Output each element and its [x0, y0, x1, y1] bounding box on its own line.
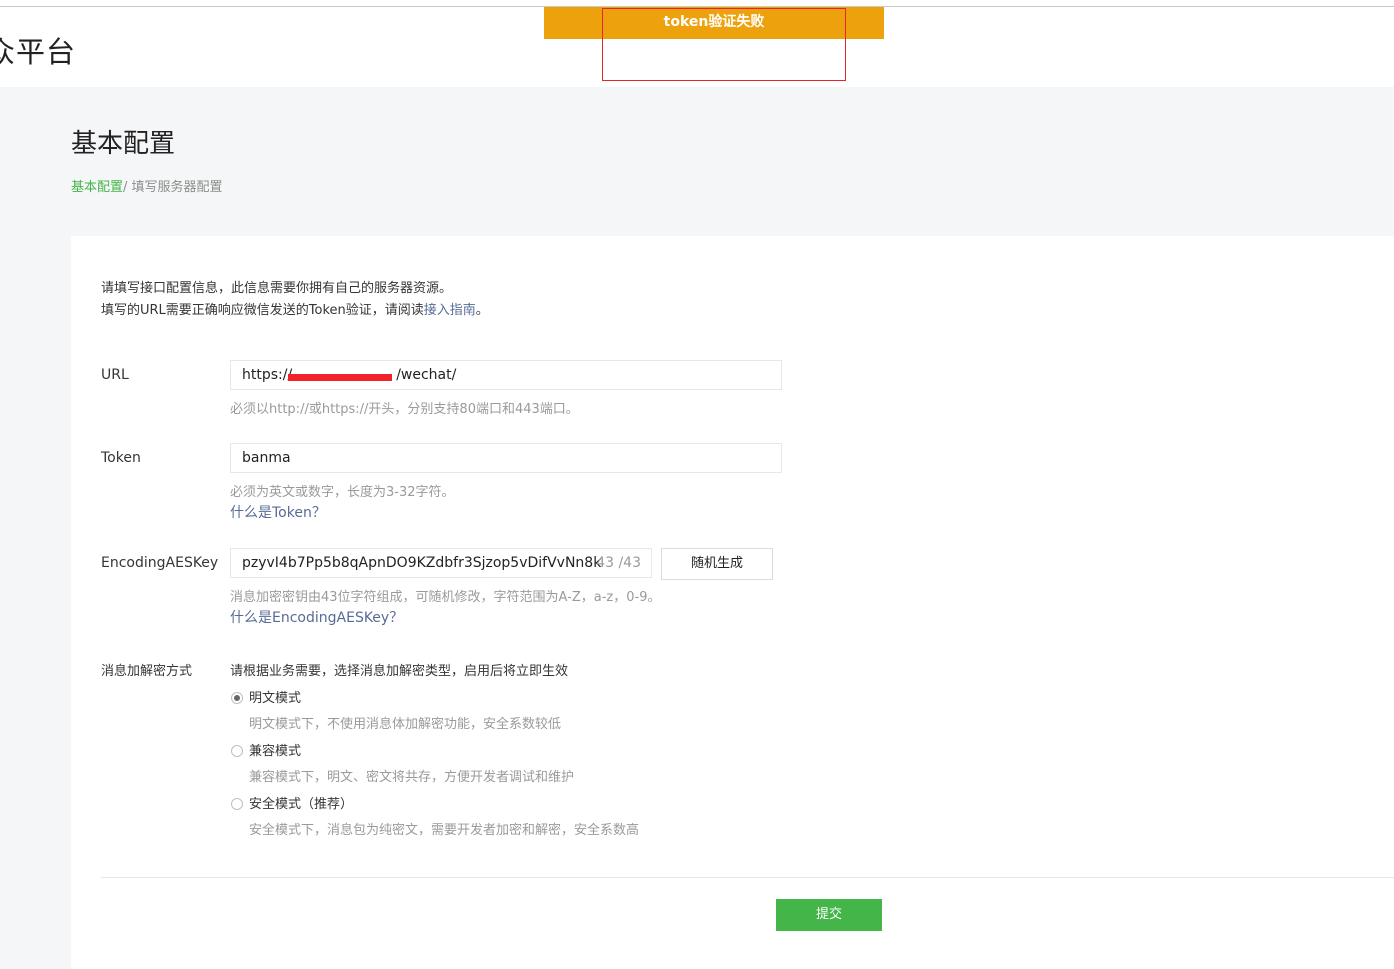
aeskey-input[interactable]: pzyvI4b7Pp5b8qApnDO9KZdbfr3Sjzop5vDifVvN…	[230, 548, 652, 578]
config-panel: 请填写接口配置信息，此信息需要你拥有自己的服务器资源。 填写的URL需要正确响应…	[71, 236, 1394, 969]
url-input[interactable]: https:// /wechat/	[230, 360, 782, 390]
secure-mode-desc: 安全模式下，消息包为纯密文，需要开发者加密和解密，安全系数高	[249, 823, 640, 838]
breadcrumb-current: / 填写服务器配置	[123, 180, 223, 195]
radio-plaintext-mode[interactable]: 明文模式	[231, 687, 301, 706]
url-hint: 必须以http://或https://开头，分别支持80端口和443端口。	[230, 402, 579, 417]
what-is-token-link[interactable]: 什么是Token？	[230, 502, 326, 522]
access-guide-link[interactable]: 接入指南	[424, 303, 476, 318]
aeskey-label: EncodingAESKey	[101, 555, 219, 571]
radio-compatible-label: 兼容模式	[249, 744, 302, 759]
redaction-mark	[288, 374, 392, 381]
radio-button-checked[interactable]	[231, 692, 243, 704]
aeskey-hint: 消息加密密钥由43位字符组成，可随机修改，字符范围为A-Z，a-z，0-9。	[230, 590, 661, 605]
radio-button[interactable]	[231, 745, 243, 757]
url-label: URL	[101, 367, 129, 383]
page-title: 基本配置	[71, 129, 176, 159]
encryption-mode-label: 消息加解密方式	[101, 664, 193, 679]
intro-text: 请填写接口配置信息，此信息需要你拥有自己的服务器资源。 填写的URL需要正确响应…	[101, 278, 489, 322]
plaintext-mode-desc: 明文模式下，不使用消息体加解密功能，安全系数较低	[249, 717, 562, 732]
generate-random-button[interactable]: 随机生成	[661, 548, 773, 580]
aeskey-value: pzyvI4b7Pp5b8qApnDO9KZdbfr3Sjzop5vDifVvN…	[242, 555, 602, 571]
intro-line-1: 请填写接口配置信息，此信息需要你拥有自己的服务器资源。	[101, 281, 453, 296]
platform-logo-text: 众平台	[0, 35, 77, 69]
radio-plaintext-label: 明文模式	[249, 691, 302, 706]
intro-line-2-text: 填写的URL需要正确响应微信发送的Token验证，请阅读	[101, 303, 424, 318]
encryption-mode-description: 请根据业务需要，选择消息加解密类型，启用后将立即生效	[230, 664, 569, 679]
token-label: Token	[101, 450, 141, 466]
annotation-highlight-box	[602, 8, 846, 81]
radio-button[interactable]	[231, 798, 243, 810]
token-hint: 必须为英文或数字，长度为3-32字符。	[230, 485, 455, 500]
breadcrumb: 基本配置/ 填写服务器配置	[71, 176, 223, 195]
url-value-suffix: /wechat/	[396, 367, 457, 383]
token-input[interactable]: banma	[230, 443, 782, 473]
browser-top-edge	[0, 0, 1394, 7]
radio-secure-label: 安全模式（推荐）	[249, 797, 354, 812]
intro-line-2: 填写的URL需要正确响应微信发送的Token验证，请阅读接入指南。	[101, 300, 489, 322]
submit-button[interactable]: 提交	[776, 899, 882, 931]
radio-secure-mode[interactable]: 安全模式（推荐）	[231, 793, 353, 812]
what-is-aeskey-link[interactable]: 什么是EncodingAESKey？	[230, 607, 403, 627]
aeskey-char-counter: 43 /43	[596, 555, 641, 571]
form-divider	[101, 877, 1394, 878]
compatible-mode-desc: 兼容模式下，明文、密文将共存，方便开发者调试和维护	[249, 770, 575, 785]
radio-compatible-mode[interactable]: 兼容模式	[231, 740, 301, 759]
url-value-prefix: https://	[242, 367, 293, 383]
intro-line-2-suffix: 。	[475, 303, 489, 318]
breadcrumb-link-basic-config[interactable]: 基本配置	[71, 180, 123, 195]
